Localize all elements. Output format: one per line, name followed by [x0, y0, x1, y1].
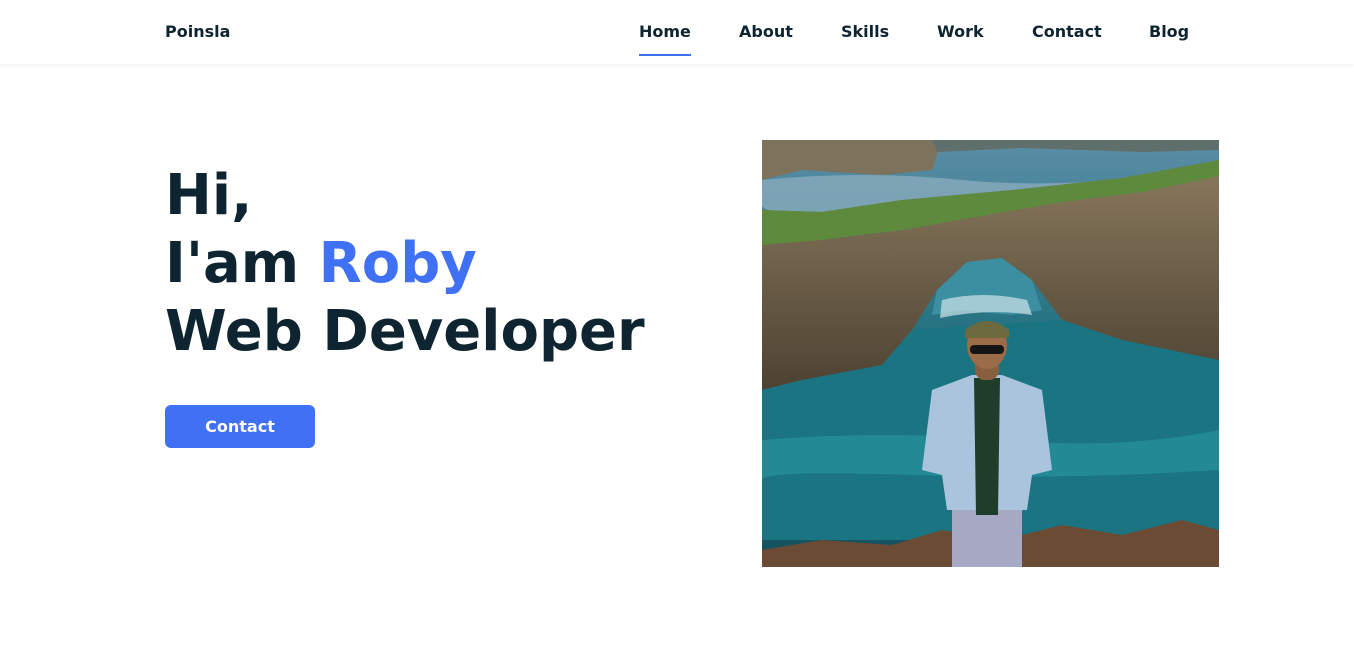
contact-button[interactable]: Contact — [165, 405, 315, 448]
hero-role: Web Developer — [165, 299, 645, 364]
nav-contact[interactable]: Contact — [1032, 22, 1102, 41]
profile-photo-illustration — [762, 140, 1219, 567]
main-nav: Home About Skills Work Contact Blog — [0, 22, 1354, 62]
nav-blog[interactable]: Blog — [1149, 22, 1189, 41]
nav-work[interactable]: Work — [937, 22, 984, 41]
site-header: Poinsla Home About Skills Work Contact B… — [0, 0, 1354, 64]
nav-home[interactable]: Home — [639, 22, 691, 56]
nav-skills[interactable]: Skills — [841, 22, 889, 41]
nav-about[interactable]: About — [739, 22, 793, 41]
hero-greeting: Hi, — [165, 163, 253, 228]
hero-name: Roby — [318, 231, 477, 296]
hero-title: Hi, I'am Roby Web Developer — [165, 162, 645, 366]
profile-photo — [762, 140, 1219, 567]
hero-intro: I'am — [165, 231, 319, 296]
